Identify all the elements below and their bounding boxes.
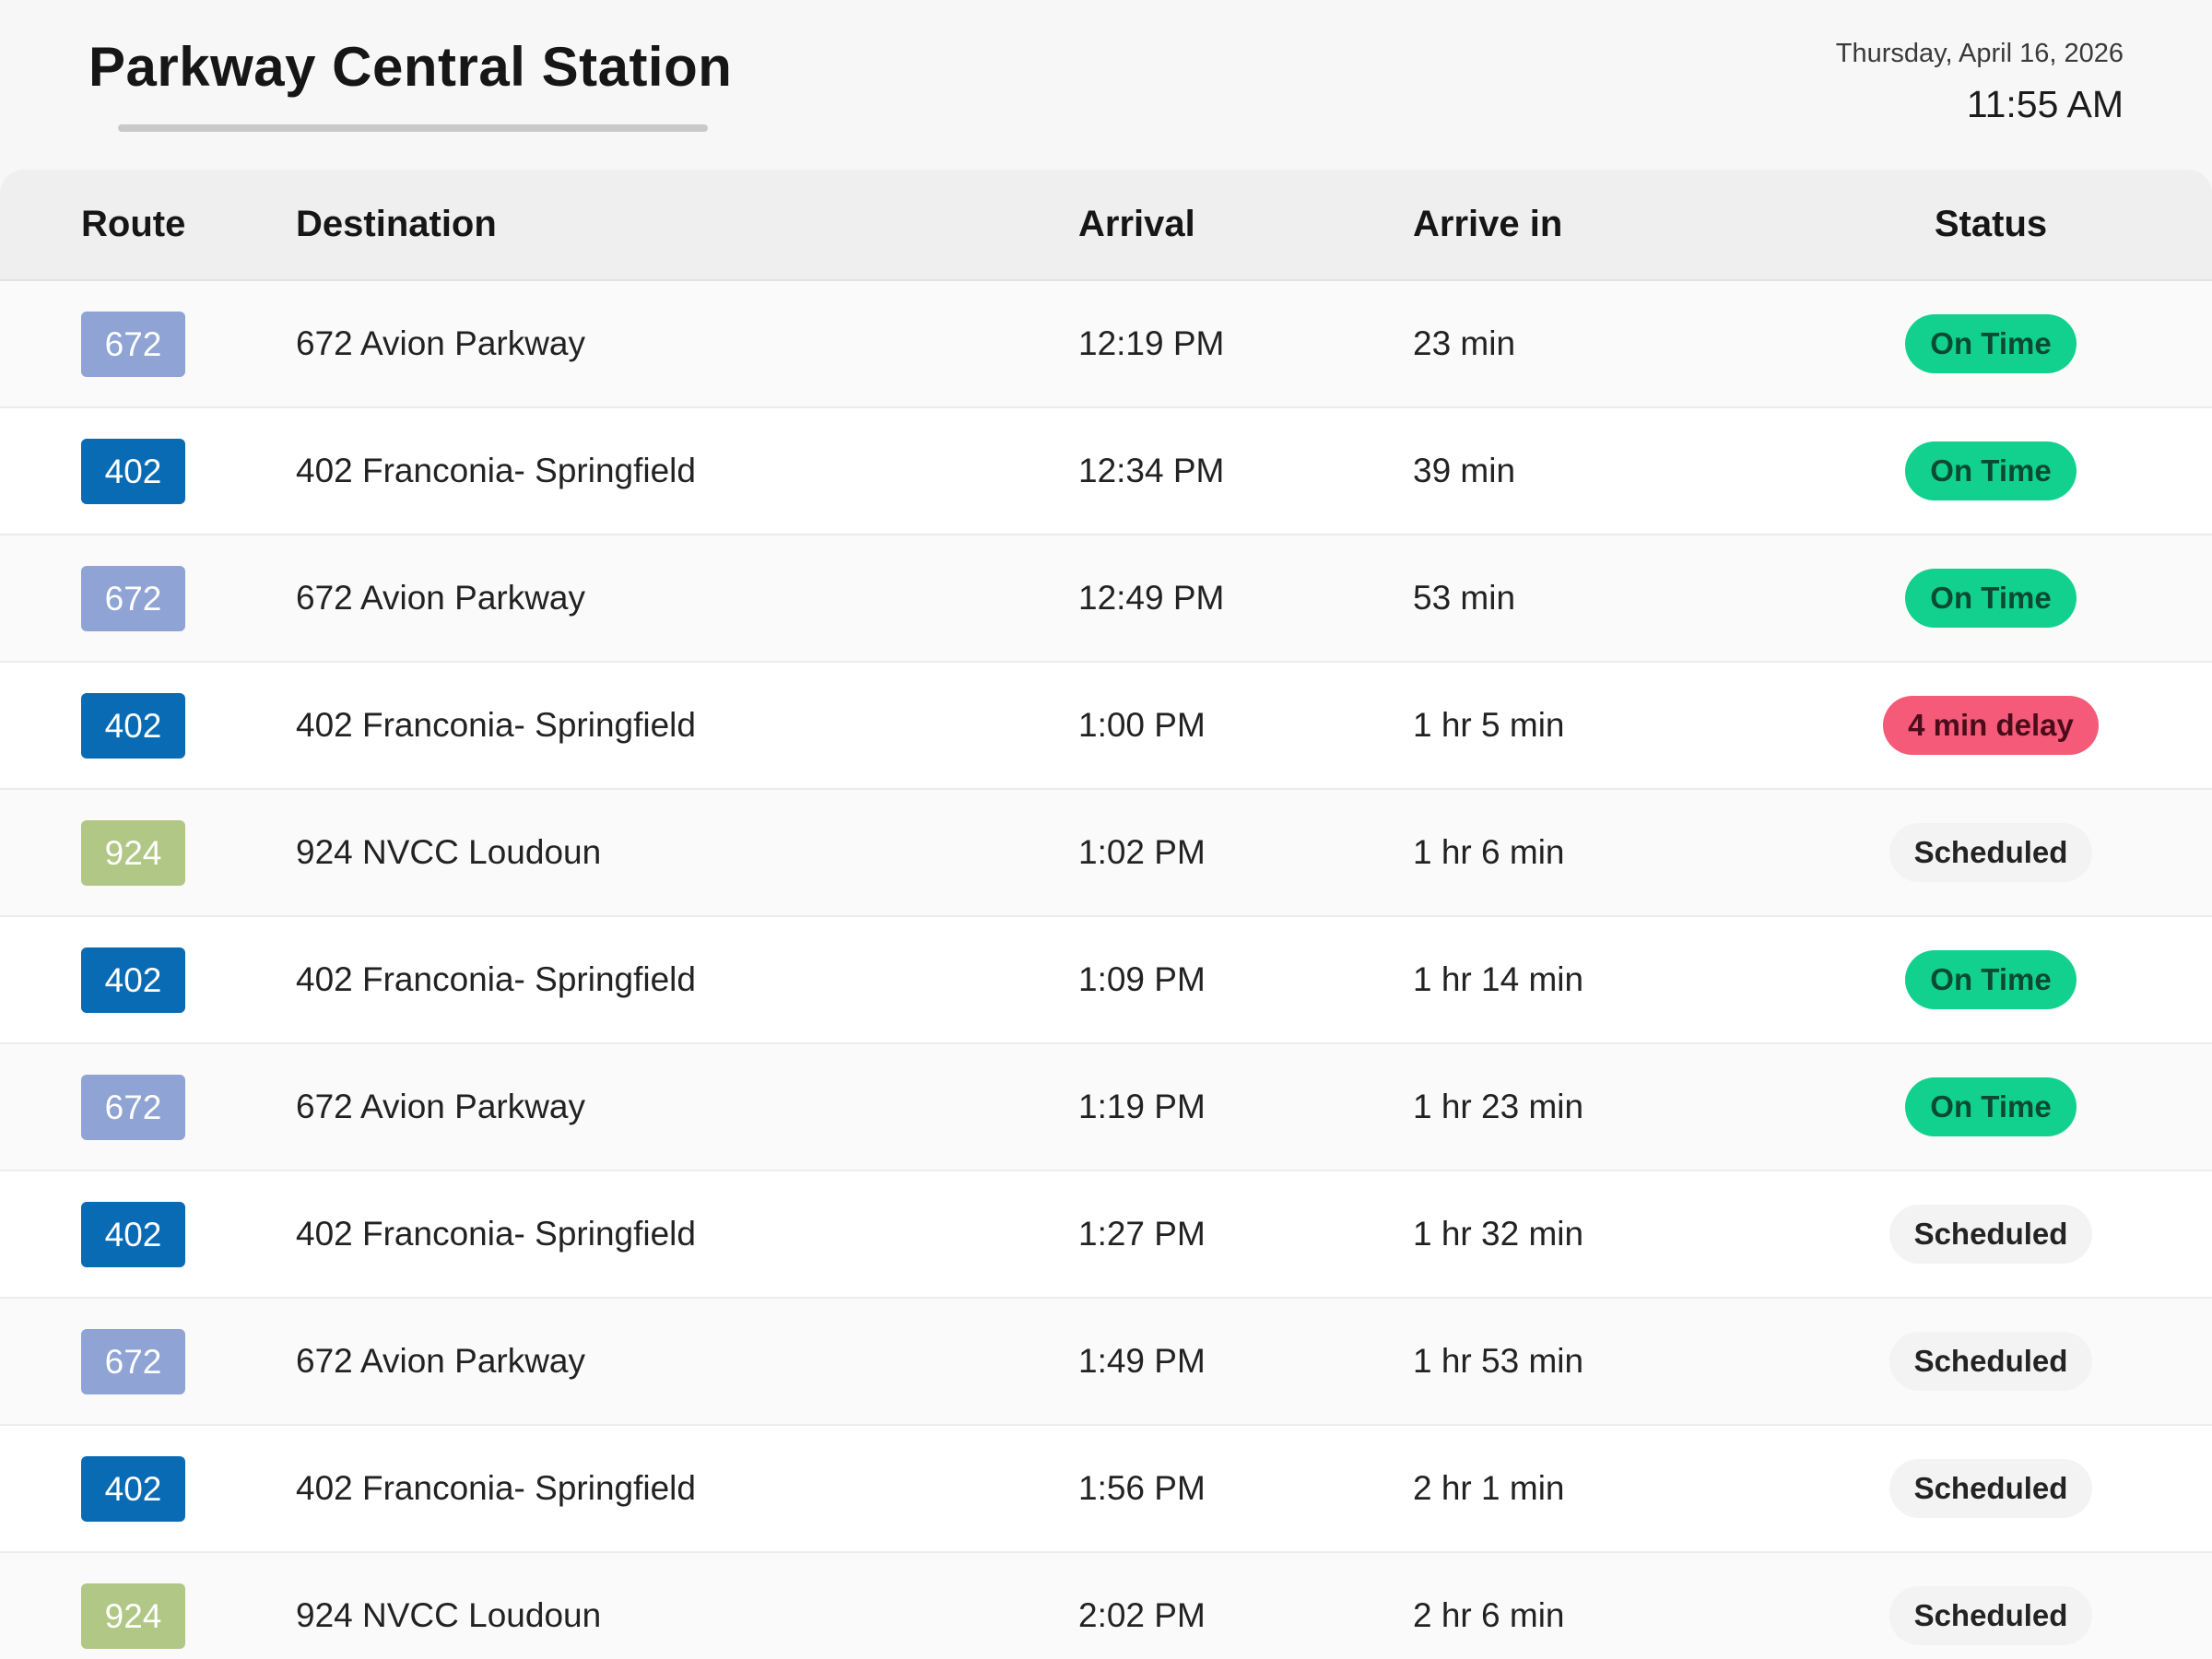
table-row: 402 402 Franconia- Springfield 12:34 PM 39 … xyxy=(0,408,2212,535)
status-cell: Scheduled xyxy=(1843,790,2138,915)
column-header-destination: Destination xyxy=(296,204,497,244)
status-badge: Scheduled xyxy=(1888,1332,2093,1391)
arrival-time-cell: 1:09 PM xyxy=(1078,960,1206,998)
status-badge: On Time xyxy=(1905,950,2077,1009)
column-header-arrival: Arrival xyxy=(1078,204,1195,244)
route-badge: 402 xyxy=(81,1202,185,1267)
route-badge: 672 xyxy=(81,566,185,631)
column-header-route: Route xyxy=(81,204,186,244)
table-row: 402 402 Franconia- Springfield 1:56 PM 2 hr… xyxy=(0,1426,2212,1553)
arrive-in-cell: 1 hr 14 min xyxy=(1413,960,1584,998)
table-row: 402 402 Franconia- Springfield 1:00 PM 1 hr… xyxy=(0,663,2212,790)
station-header: Parkway Central Station Thursday, April … xyxy=(0,0,2212,170)
destination-cell: 924 NVCC Loudoun xyxy=(296,833,602,871)
status-cell: On Time xyxy=(1843,917,2138,1042)
status-cell: On Time xyxy=(1843,1044,2138,1170)
table-row: 924 924 NVCC Loudoun 1:02 PM 1 hr 6 min Sche… xyxy=(0,790,2212,917)
arrive-in-cell: 23 min xyxy=(1413,324,1516,362)
arrival-time-cell: 1:56 PM xyxy=(1078,1469,1206,1507)
destination-cell: 402 Franconia- Springfield xyxy=(296,706,696,744)
station-title: Parkway Central Station xyxy=(88,36,733,98)
arrival-time-cell: 12:34 PM xyxy=(1078,452,1225,489)
route-badge: 402 xyxy=(81,439,185,504)
table-row: 672 672 Avion Parkway 1:49 PM 1 hr 53 min Sc… xyxy=(0,1299,2212,1426)
table-row: 402 402 Franconia- Springfield 1:27 PM 1 hr… xyxy=(0,1171,2212,1299)
route-badge: 924 xyxy=(81,1583,185,1649)
destination-cell: 672 Avion Parkway xyxy=(296,324,586,362)
arrive-in-cell: 2 hr 1 min xyxy=(1413,1469,1565,1507)
arrival-time-cell: 1:49 PM xyxy=(1078,1342,1206,1380)
arrival-time-cell: 12:49 PM xyxy=(1078,579,1225,617)
status-badge: On Time xyxy=(1905,569,2077,628)
arrivals-board: Route Destination Arrival Arrive in Stat… xyxy=(0,170,2212,1659)
table-row: 672 672 Avion Parkway 12:19 PM 23 min On Tim… xyxy=(0,281,2212,408)
status-cell: Scheduled xyxy=(1843,1299,2138,1424)
status-badge: On Time xyxy=(1905,314,2077,373)
arrival-time-cell: 1:02 PM xyxy=(1078,833,1206,871)
table-row: 672 672 Avion Parkway 12:49 PM 53 min On Tim… xyxy=(0,535,2212,663)
arrive-in-cell: 1 hr 23 min xyxy=(1413,1088,1584,1125)
arrive-in-cell: 1 hr 32 min xyxy=(1413,1215,1584,1253)
table-header: Route Destination Arrival Arrive in Stat… xyxy=(0,170,2212,281)
arrival-time-cell: 1:27 PM xyxy=(1078,1215,1206,1253)
title-underline xyxy=(118,124,708,132)
destination-cell: 672 Avion Parkway xyxy=(296,1088,586,1125)
arrive-in-cell: 1 hr 53 min xyxy=(1413,1342,1584,1380)
status-badge: Scheduled xyxy=(1888,1205,2093,1264)
destination-cell: 402 Franconia- Springfield xyxy=(296,452,696,489)
status-badge: 4 min delay xyxy=(1883,696,2099,755)
arrival-time-cell: 1:19 PM xyxy=(1078,1088,1206,1125)
status-cell: Scheduled xyxy=(1843,1171,2138,1297)
destination-cell: 402 Franconia- Springfield xyxy=(296,1215,696,1253)
arrive-in-cell: 1 hr 6 min xyxy=(1413,833,1565,871)
arrival-time-cell: 2:02 PM xyxy=(1078,1596,1206,1634)
table-row: 402 402 Franconia- Springfield 1:09 PM 1 hr… xyxy=(0,917,2212,1044)
status-cell: Scheduled xyxy=(1843,1426,2138,1551)
table-row: 672 672 Avion Parkway 1:19 PM 1 hr 23 min On… xyxy=(0,1044,2212,1171)
destination-cell: 924 NVCC Loudoun xyxy=(296,1596,602,1634)
arrive-in-cell: 39 min xyxy=(1413,452,1516,489)
destination-cell: 402 Franconia- Springfield xyxy=(296,1469,696,1507)
arrive-in-cell: 2 hr 6 min xyxy=(1413,1596,1565,1634)
column-header-arrive-in: Arrive in xyxy=(1413,204,1563,244)
status-cell: On Time xyxy=(1843,281,2138,406)
route-badge: 402 xyxy=(81,1456,185,1522)
arrive-in-cell: 53 min xyxy=(1413,579,1516,617)
status-cell: 4 min delay xyxy=(1843,663,2138,788)
current-date: Thursday, April 16, 2026 xyxy=(1835,39,2124,68)
destination-cell: 672 Avion Parkway xyxy=(296,579,586,617)
arrivals-list: 672 672 Avion Parkway 12:19 PM 23 min On Tim… xyxy=(0,281,2212,1659)
status-badge: Scheduled xyxy=(1888,1586,2093,1645)
route-badge: 672 xyxy=(81,312,185,377)
arrival-time-cell: 12:19 PM xyxy=(1078,324,1225,362)
arrival-time-cell: 1:00 PM xyxy=(1078,706,1206,744)
status-cell: Scheduled xyxy=(1843,1553,2138,1659)
route-badge: 672 xyxy=(81,1329,185,1394)
status-badge: On Time xyxy=(1905,441,2077,500)
status-badge: Scheduled xyxy=(1888,823,2093,882)
column-header-status: Status xyxy=(1934,204,2048,244)
current-time: 11:55 AM xyxy=(1966,83,2124,125)
arrive-in-cell: 1 hr 5 min xyxy=(1413,706,1565,744)
destination-cell: 402 Franconia- Springfield xyxy=(296,960,696,998)
route-badge: 924 xyxy=(81,820,185,886)
status-cell: On Time xyxy=(1843,408,2138,534)
route-badge: 402 xyxy=(81,693,185,759)
status-badge: On Time xyxy=(1905,1077,2077,1136)
destination-cell: 672 Avion Parkway xyxy=(296,1342,586,1380)
status-badge: Scheduled xyxy=(1888,1459,2093,1518)
route-badge: 672 xyxy=(81,1075,185,1140)
status-cell: On Time xyxy=(1843,535,2138,661)
route-badge: 402 xyxy=(81,947,185,1013)
table-row: 924 924 NVCC Loudoun 2:02 PM 2 hr 6 min Sche… xyxy=(0,1553,2212,1659)
